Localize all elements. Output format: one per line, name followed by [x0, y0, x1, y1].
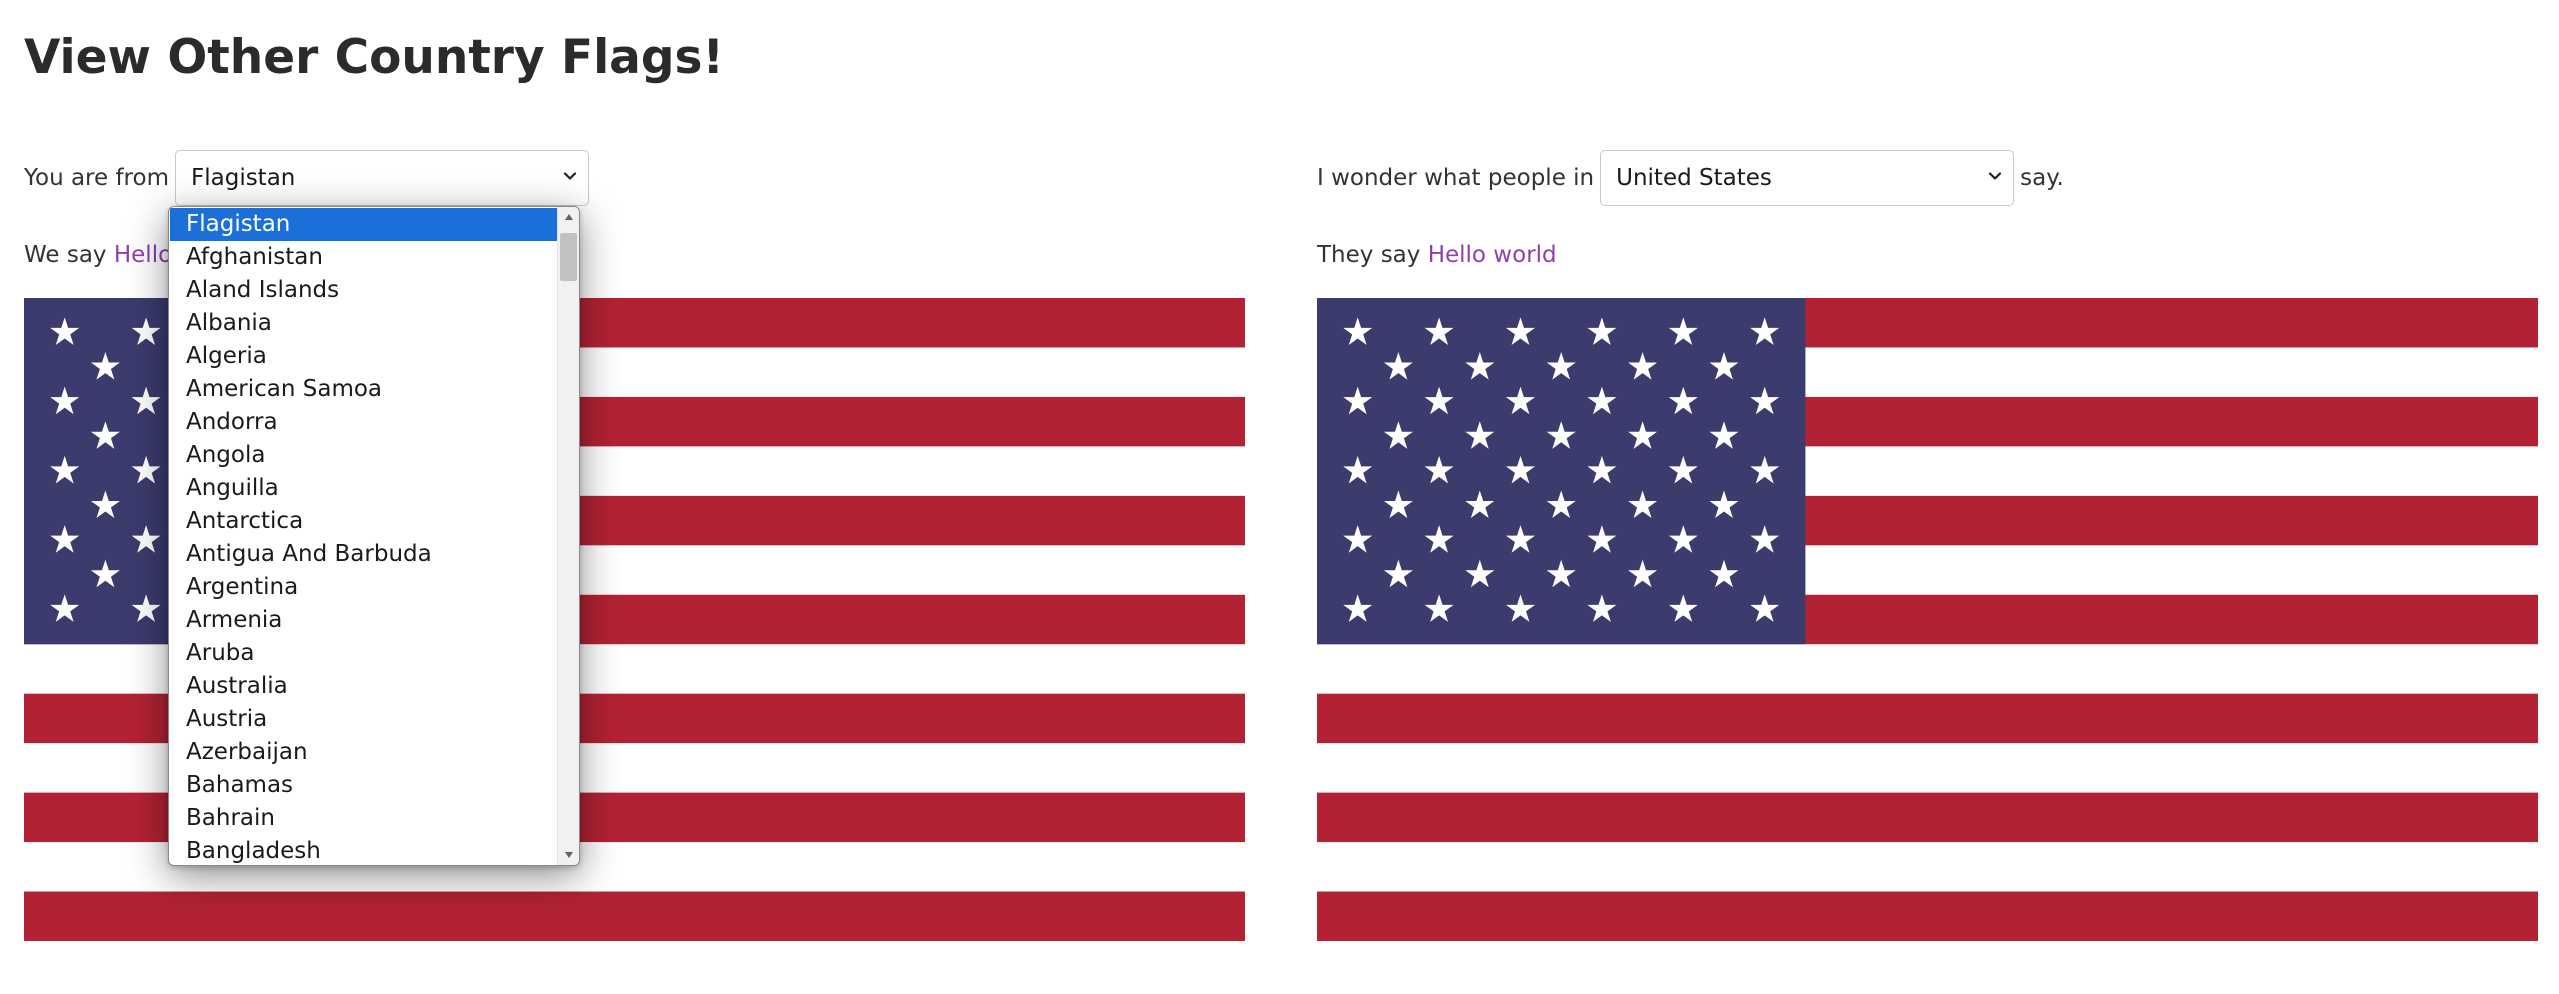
- other-country-select[interactable]: United States: [1600, 150, 2015, 206]
- dropdown-scrollbar[interactable]: [557, 207, 579, 865]
- we-say-row: We say Hello: [24, 242, 172, 268]
- they-say-row: They say Hello world: [1317, 242, 1557, 268]
- country-option[interactable]: Azerbaijan: [170, 736, 557, 769]
- other-country-value: United States: [1616, 165, 1772, 191]
- country-option[interactable]: Bangladesh: [170, 835, 557, 865]
- other-country-row: I wonder what people in United States sa…: [1317, 149, 2064, 207]
- other-country-suffix: say.: [2020, 165, 2064, 191]
- flag-stripe: [1317, 891, 2538, 941]
- your-country-select[interactable]: Flagistan: [175, 150, 589, 206]
- country-option[interactable]: Austria: [170, 703, 557, 736]
- country-option[interactable]: Antigua And Barbuda: [170, 538, 557, 571]
- country-dropdown-list[interactable]: Flagistan Afghanistan Aland Islands Albania…: [168, 206, 580, 866]
- country-option[interactable]: Argentina: [170, 571, 557, 604]
- country-option[interactable]: Anguilla: [170, 472, 557, 505]
- scrollbar-thumb[interactable]: [560, 233, 577, 281]
- country-option[interactable]: American Samoa: [170, 373, 557, 406]
- our-greeting: Hello: [113, 242, 173, 268]
- country-option[interactable]: Australia: [170, 670, 557, 703]
- flag-canton: [1317, 298, 1806, 645]
- country-options: Flagistan Afghanistan Aland Islands Albania…: [170, 208, 557, 865]
- your-country-row: You are from Flagistan: [24, 149, 595, 207]
- flag-stripe: [24, 891, 1245, 941]
- they-say-label: They say: [1317, 242, 1421, 268]
- country-option[interactable]: Albania: [170, 307, 557, 340]
- other-country-flag: [1317, 298, 2538, 941]
- we-say-label: We say: [24, 242, 107, 268]
- your-country-value: Flagistan: [191, 165, 296, 191]
- country-option[interactable]: Bahrain: [170, 802, 557, 835]
- flag-image: [1317, 298, 2538, 941]
- country-option[interactable]: Aruba: [170, 637, 557, 670]
- other-country-label: I wonder what people in: [1317, 165, 1595, 191]
- country-option[interactable]: Andorra: [170, 406, 557, 439]
- flag-stripe: [1317, 693, 2538, 744]
- your-country-label: You are from: [24, 165, 169, 191]
- country-option[interactable]: Flagistan: [170, 208, 557, 241]
- country-option[interactable]: Afghanistan: [170, 241, 557, 274]
- triangle-down-icon[interactable]: [558, 845, 579, 865]
- country-option[interactable]: Bahamas: [170, 769, 557, 802]
- flag-stripe: [1317, 792, 2538, 843]
- their-greeting: Hello world: [1427, 242, 1557, 268]
- country-option[interactable]: Armenia: [170, 604, 557, 637]
- country-option[interactable]: Angola: [170, 439, 557, 472]
- chevron-down-icon: [1989, 172, 2002, 180]
- page: View Other Country Flags! You are from F…: [0, 0, 2559, 994]
- country-option[interactable]: Algeria: [170, 340, 557, 373]
- country-option[interactable]: Antarctica: [170, 505, 557, 538]
- country-option[interactable]: Aland Islands: [170, 274, 557, 307]
- triangle-up-icon[interactable]: [558, 207, 579, 227]
- other-country-section: I wonder what people in United States sa…: [1317, 0, 2538, 994]
- chevron-down-icon: [563, 172, 577, 180]
